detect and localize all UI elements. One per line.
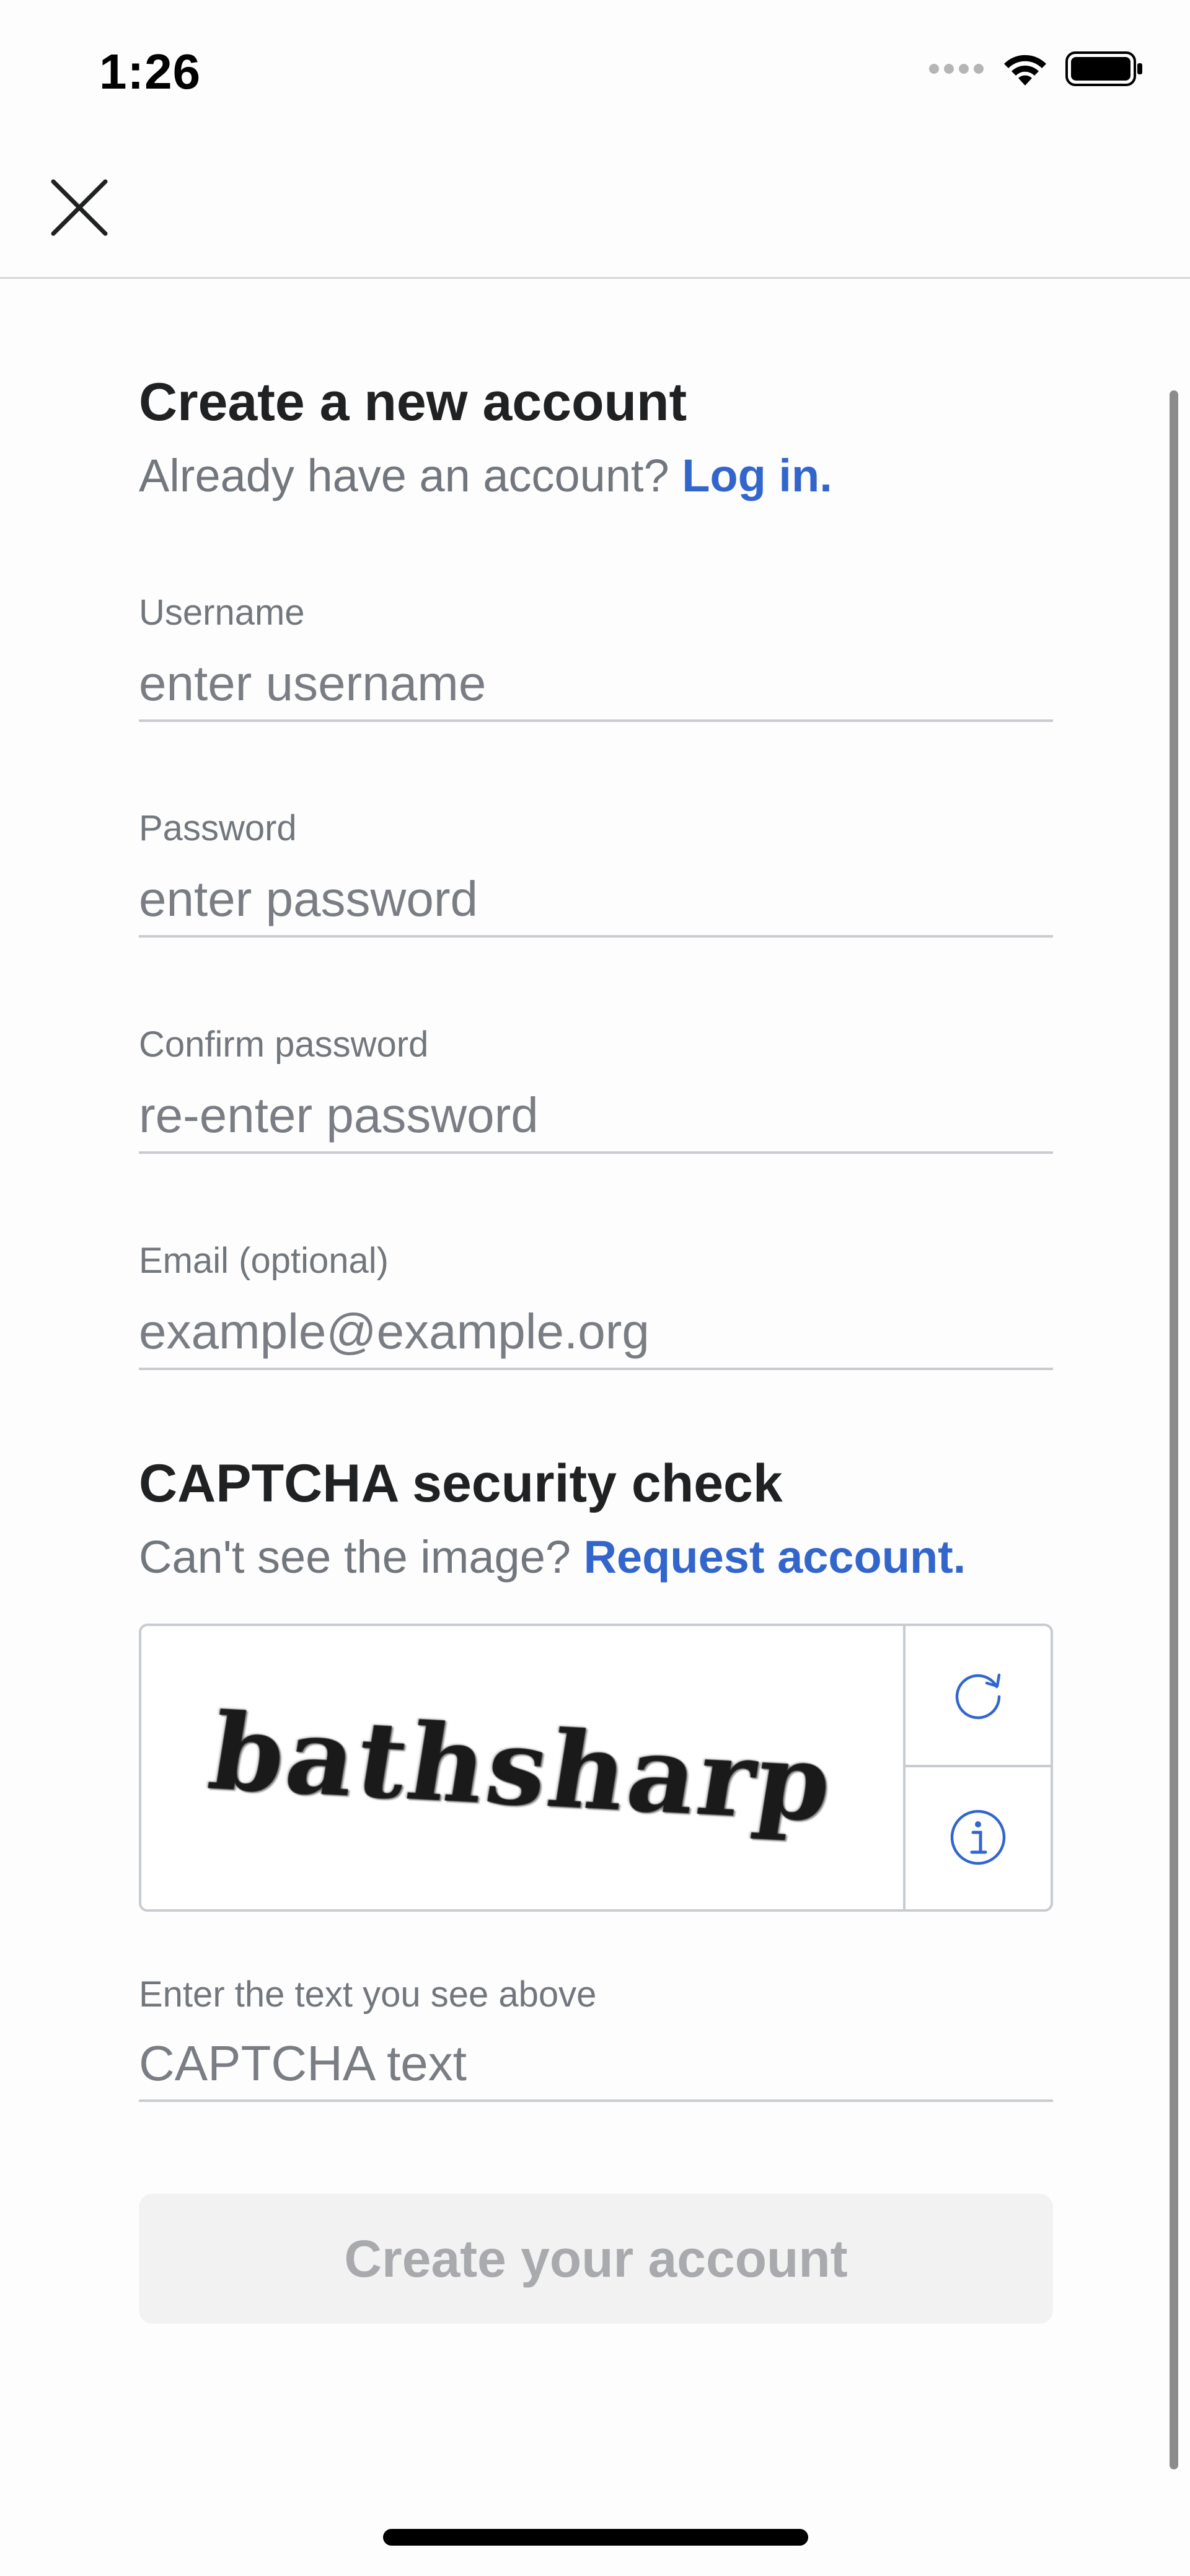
- password-label: Password: [139, 808, 297, 848]
- refresh-icon: [948, 1664, 1008, 1727]
- captcha-box: bathsharp: [139, 1624, 1053, 1912]
- request-account-link[interactable]: Request account.: [584, 1531, 966, 1583]
- scroll-indicator[interactable]: [1170, 390, 1178, 2469]
- nav-bar: [0, 149, 1190, 279]
- login-link[interactable]: Log in.: [682, 450, 832, 501]
- captcha-help: Can't see the image? Request account.: [139, 1531, 966, 1583]
- email-input[interactable]: [139, 1296, 1053, 1370]
- signal-icon: [928, 63, 985, 78]
- captcha-info-button[interactable]: [906, 1768, 1051, 1909]
- captcha-title: CAPTCHA security check: [139, 1454, 783, 1513]
- create-account-button[interactable]: Create your account: [139, 2194, 1053, 2324]
- email-label: Email (optional): [139, 1241, 389, 1281]
- username-input[interactable]: [139, 648, 1053, 722]
- password-input[interactable]: [139, 863, 1053, 938]
- home-indicator[interactable]: [383, 2529, 808, 2546]
- wifi-icon: [1001, 51, 1049, 90]
- username-label: Username: [139, 592, 305, 633]
- captcha-image: bathsharp: [141, 1626, 906, 1909]
- status-time: 1:26: [99, 44, 201, 99]
- captcha-help-text: Can't see the image?: [139, 1531, 571, 1583]
- login-prompt-text: Already have an account?: [139, 450, 669, 501]
- close-button[interactable]: [43, 174, 115, 245]
- battery-icon: [1065, 51, 1144, 90]
- confirm-password-label: Confirm password: [139, 1024, 429, 1065]
- captcha-refresh-button[interactable]: [906, 1626, 1051, 1767]
- status-bar: 1:26: [0, 0, 1190, 149]
- status-icons: [928, 51, 1144, 90]
- captcha-input[interactable]: [139, 2028, 1053, 2102]
- page-title: Create a new account: [139, 372, 687, 432]
- login-prompt: Already have an account? Log in.: [139, 449, 832, 502]
- captcha-image-text: bathsharp: [201, 1689, 844, 1846]
- info-icon: [948, 1808, 1008, 1870]
- close-icon: [51, 179, 108, 239]
- captcha-input-label: Enter the text you see above: [139, 1974, 597, 2015]
- confirm-password-input[interactable]: [139, 1079, 1053, 1154]
